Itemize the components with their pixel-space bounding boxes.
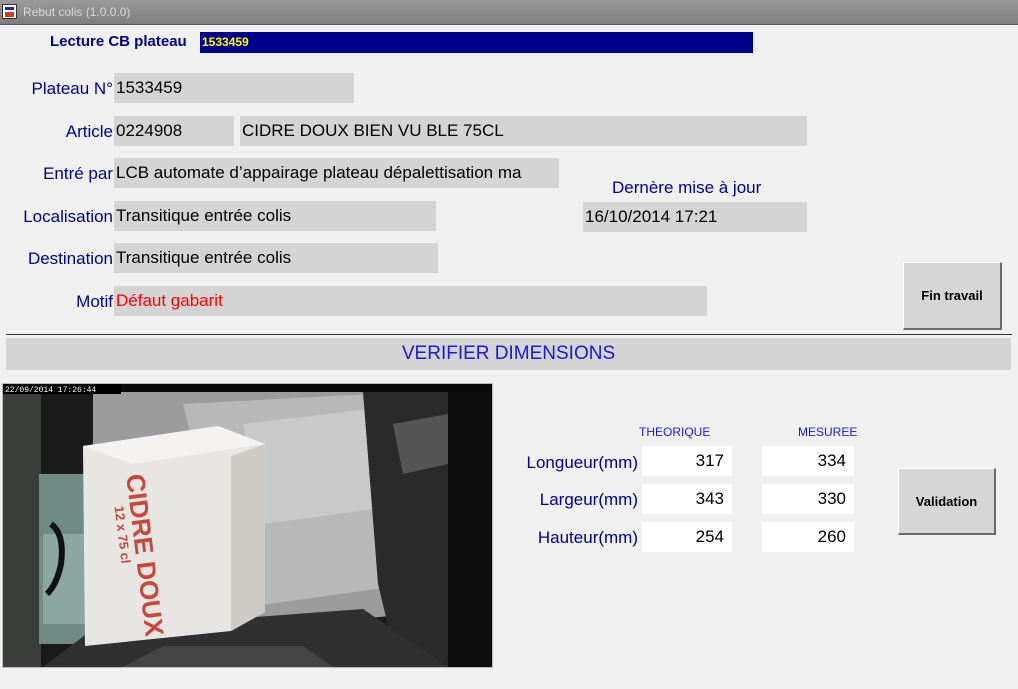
article-description-field: CIDRE DOUX BIEN VU BLE 75CL [240,116,807,146]
plateau-field: 1533459 [114,73,354,103]
width-theoretical: 343 [642,484,732,514]
camera-image: CIDRE DOUX 12 x 75 cl 22/09/2014 17:26:4… [2,383,493,668]
reason-label: Motif [76,292,113,311]
width-label: Largeur(mm) [539,490,638,509]
destination-field: Transitique entrée colis [114,243,438,273]
theoretical-column-header: THEORIQUE [639,425,711,439]
camera-timestamp: 22/09/2014 17:26:44 [5,386,96,395]
length-label: Longueur(mm) [526,453,639,472]
plateau-label: Plateau N° [31,79,113,98]
scan-input[interactable] [200,32,753,53]
reason-field: Défaut gabarit [114,286,707,316]
last-update-label: Dernère mise à jour [612,178,762,197]
validation-button[interactable]: Validation [898,468,996,535]
location-field: Transitique entrée colis [114,201,436,231]
location-label: Localisation [23,207,113,226]
length-theoretical: 317 [642,446,732,476]
width-measured: 330 [762,484,854,514]
section-divider [6,334,1012,335]
height-label: Hauteur(mm) [537,528,638,547]
end-work-button[interactable]: Fin travail [903,262,1002,330]
verify-dimensions-banner: VERIFIER DIMENSIONS [6,338,1011,370]
window-title: Rebut colis (1.0.0.0) [23,5,131,19]
destination-label: Destination [27,249,113,268]
window-titlebar: Rebut colis (1.0.0.0) [0,0,1018,25]
camera-photo-svg: CIDRE DOUX 12 x 75 cl 22/09/2014 17:26:4… [3,384,492,667]
article-label: Article [65,122,113,141]
entered-by-label: Entré par [43,164,113,183]
measured-column-header: MESUREE [798,425,858,439]
entered-by-field: LCB automate d’appairage plateau dépalet… [114,158,559,188]
article-code-field: 0224908 [114,116,234,146]
last-update-field: 16/10/2014 17:21 [583,202,807,232]
app-icon [2,4,17,19]
scan-label: Lecture CB plateau [50,33,187,50]
height-measured: 260 [762,522,854,552]
length-measured: 334 [762,446,854,476]
height-theoretical: 254 [642,522,732,552]
